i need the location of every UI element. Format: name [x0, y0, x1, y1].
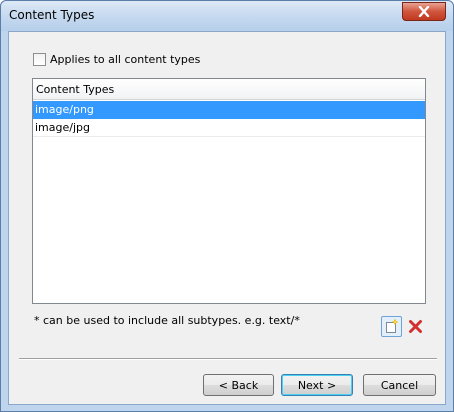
table-row[interactable]: image/jpg — [33, 119, 425, 137]
close-button[interactable] — [402, 2, 446, 21]
content-types-table[interactable]: Content Types image/png image/jpg — [32, 78, 426, 304]
close-icon — [418, 6, 430, 17]
cancel-button[interactable]: Cancel — [363, 374, 436, 396]
table-row[interactable]: image/png — [33, 101, 425, 119]
window-title: Content Types — [9, 8, 95, 22]
divider — [19, 358, 437, 360]
back-button[interactable]: < Back — [203, 374, 274, 396]
row-value: image/png — [35, 103, 94, 116]
column-header-content-types[interactable]: Content Types — [33, 79, 425, 100]
content-types-dialog: Content Types Applies to all content typ… — [0, 0, 454, 412]
row-value: image/jpg — [35, 121, 90, 134]
wildcard-hint: * can be used to include all subtypes. e… — [34, 314, 300, 327]
add-content-type-button[interactable] — [381, 316, 402, 337]
title-bar[interactable]: Content Types — [1, 1, 453, 31]
applies-all-option[interactable]: Applies to all content types — [33, 53, 200, 66]
applies-all-checkbox[interactable] — [33, 53, 46, 66]
applies-all-label[interactable]: Applies to all content types — [50, 53, 200, 66]
new-item-icon — [386, 319, 398, 333]
next-button[interactable]: Next > — [281, 374, 353, 396]
delete-content-type-button[interactable] — [405, 316, 426, 337]
dialog-body: Applies to all content types Content Typ… — [8, 31, 446, 405]
delete-x-icon — [409, 320, 422, 333]
